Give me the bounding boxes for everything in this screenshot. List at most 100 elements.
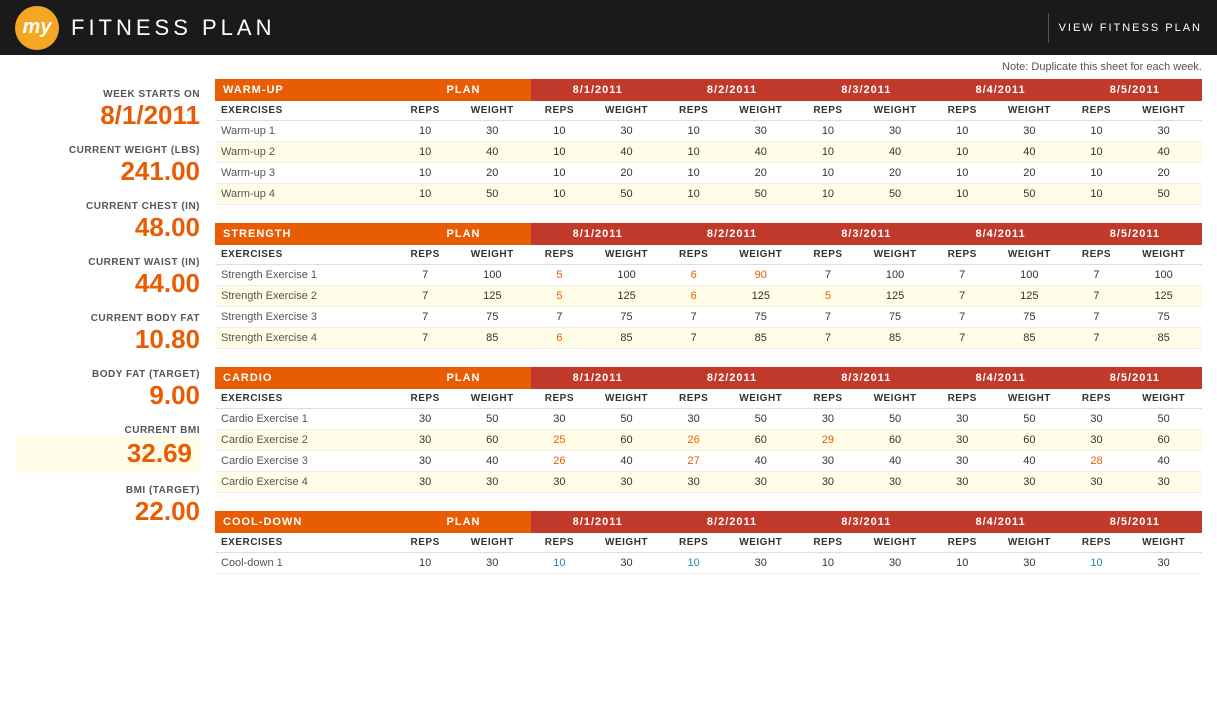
col-header: REPS <box>799 389 857 409</box>
date-header: 8/2/2011 <box>665 79 799 101</box>
bmi-target-label: BMI (TARGET) <box>15 485 200 496</box>
day-weight: 30 <box>1125 553 1202 574</box>
section-name: CARDIO <box>215 367 396 389</box>
day-weight: 75 <box>991 307 1068 328</box>
day-weight: 30 <box>857 472 934 493</box>
exercise-name: Strength Exercise 1 <box>215 265 396 286</box>
bodyfat-target-label: BODY FAT (TARGET) <box>15 369 200 380</box>
date-header: 8/3/2011 <box>799 367 933 389</box>
date-header: 8/2/2011 <box>665 367 799 389</box>
section-table-cool-down: COOL-DOWNPLAN8/1/20118/2/20118/3/20118/4… <box>215 511 1202 574</box>
day-reps: 26 <box>531 451 589 472</box>
day-reps: 10 <box>799 163 857 184</box>
bodyfat-target-value: 9.00 <box>15 380 200 411</box>
day-weight: 30 <box>857 121 934 142</box>
date-header: 8/4/2011 <box>933 511 1067 533</box>
day-weight: 30 <box>1125 121 1202 142</box>
col-header: WEIGHT <box>857 101 934 121</box>
day-reps: 5 <box>531 265 589 286</box>
day-reps: 27 <box>665 451 723 472</box>
day-weight: 50 <box>588 409 665 430</box>
day-reps: 10 <box>933 142 991 163</box>
exercise-name: Cardio Exercise 4 <box>215 472 396 493</box>
day-weight: 40 <box>991 142 1068 163</box>
day-reps: 7 <box>933 265 991 286</box>
bmi-target-value: 22.00 <box>15 496 200 527</box>
col-header: WEIGHT <box>1125 389 1202 409</box>
day-reps: 10 <box>665 121 723 142</box>
day-reps: 10 <box>933 163 991 184</box>
col-header: REPS <box>531 101 589 121</box>
table-row: Cardio Exercise 330402640274030403040284… <box>215 451 1202 472</box>
day-weight: 75 <box>857 307 934 328</box>
view-plan-button[interactable]: VIEW FITNESS PLAN <box>1059 22 1202 34</box>
day-weight: 85 <box>857 328 934 349</box>
day-reps: 6 <box>665 265 723 286</box>
col-header: REPS <box>933 101 991 121</box>
day-weight: 85 <box>722 328 799 349</box>
day-weight: 50 <box>857 184 934 205</box>
sidebar: WEEK STARTS ON 8/1/2011 CURRENT WEIGHT (… <box>10 79 210 592</box>
date-header: 8/5/2011 <box>1068 511 1202 533</box>
date-header: 8/3/2011 <box>799 511 933 533</box>
day-reps: 30 <box>933 409 991 430</box>
day-reps: 10 <box>665 184 723 205</box>
day-weight: 50 <box>991 184 1068 205</box>
day-reps: 10 <box>933 121 991 142</box>
plan-weight: 50 <box>454 409 531 430</box>
plan-reps: 7 <box>396 265 454 286</box>
exercise-name: Warm-up 3 <box>215 163 396 184</box>
day-reps: 25 <box>531 430 589 451</box>
header-divider <box>1048 13 1049 43</box>
sidebar-week: WEEK STARTS ON 8/1/2011 <box>15 89 200 131</box>
day-weight: 100 <box>857 265 934 286</box>
day-weight: 100 <box>991 265 1068 286</box>
col-header: REPS <box>1068 533 1126 553</box>
plan-reps: 30 <box>396 451 454 472</box>
col-header: REPS <box>933 389 991 409</box>
col-header: WEIGHT <box>857 533 934 553</box>
day-reps: 7 <box>665 328 723 349</box>
col-header: REPS <box>933 245 991 265</box>
day-reps: 7 <box>799 307 857 328</box>
day-reps: 10 <box>531 121 589 142</box>
plan-header: PLAN <box>396 367 530 389</box>
day-reps: 7 <box>1068 265 1126 286</box>
col-header: WEIGHT <box>991 245 1068 265</box>
plan-header: PLAN <box>396 511 530 533</box>
day-weight: 20 <box>1125 163 1202 184</box>
exercise-name: Warm-up 1 <box>215 121 396 142</box>
col-header: REPS <box>396 533 454 553</box>
table-row: Strength Exercise 4785685785785785785 <box>215 328 1202 349</box>
day-weight: 20 <box>588 163 665 184</box>
day-weight: 60 <box>722 430 799 451</box>
day-reps: 10 <box>1068 553 1126 574</box>
day-weight: 30 <box>588 553 665 574</box>
note-bar: Note: Duplicate this sheet for each week… <box>0 55 1217 79</box>
day-reps: 30 <box>1068 472 1126 493</box>
section-name: COOL-DOWN <box>215 511 396 533</box>
day-weight: 40 <box>857 142 934 163</box>
day-weight: 125 <box>588 286 665 307</box>
day-weight: 60 <box>857 430 934 451</box>
sidebar-chest: CURRENT CHEST (IN) 48.00 <box>15 201 200 243</box>
day-reps: 5 <box>531 286 589 307</box>
plan-reps: 30 <box>396 409 454 430</box>
day-reps: 10 <box>1068 163 1126 184</box>
col-header: WEIGHT <box>454 533 531 553</box>
date-header: 8/2/2011 <box>665 223 799 245</box>
plan-reps: 30 <box>396 430 454 451</box>
col-header: REPS <box>396 245 454 265</box>
col-header: WEIGHT <box>722 245 799 265</box>
day-reps: 30 <box>531 409 589 430</box>
plan-header: PLAN <box>396 79 530 101</box>
day-reps: 7 <box>1068 307 1126 328</box>
table-row: Warm-up 2104010401040104010401040 <box>215 142 1202 163</box>
col-header: REPS <box>396 101 454 121</box>
col-header: WEIGHT <box>991 533 1068 553</box>
day-weight: 125 <box>991 286 1068 307</box>
section-name: WARM-UP <box>215 79 396 101</box>
day-reps: 7 <box>799 328 857 349</box>
date-header: 8/1/2011 <box>531 79 665 101</box>
col-header: WEIGHT <box>454 101 531 121</box>
